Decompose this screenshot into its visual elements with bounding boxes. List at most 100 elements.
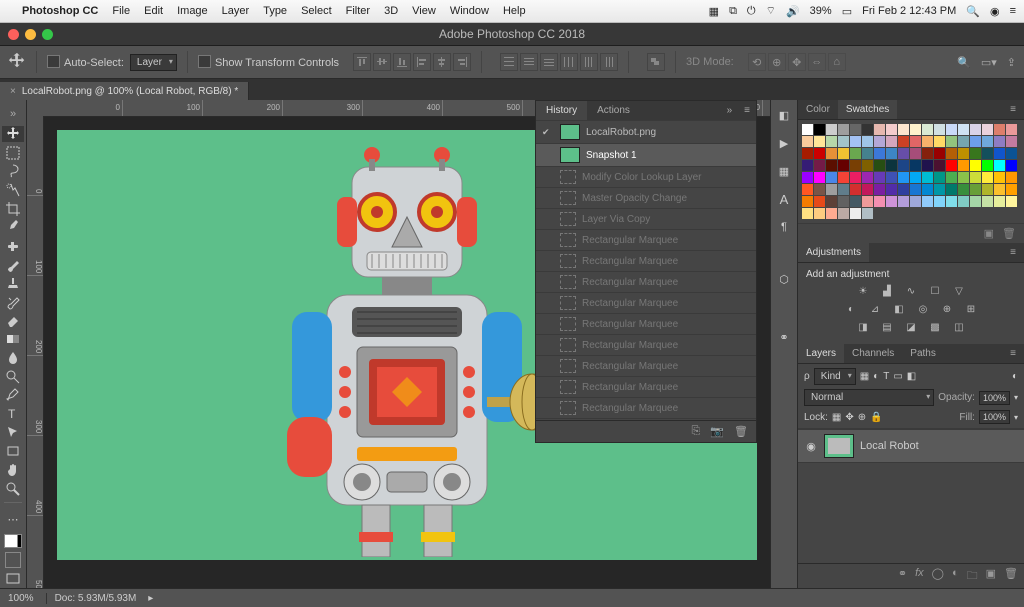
swatch[interactable] bbox=[958, 136, 969, 147]
distribute-right-icon[interactable] bbox=[600, 53, 618, 71]
swatch[interactable] bbox=[850, 124, 861, 135]
eraser-tool[interactable] bbox=[2, 312, 24, 329]
swatch[interactable] bbox=[802, 124, 813, 135]
filter-shape-icon[interactable]: ▭ bbox=[893, 371, 902, 382]
curves-icon[interactable]: ∿ bbox=[903, 284, 919, 298]
menu-select[interactable]: Select bbox=[301, 5, 332, 17]
swatch[interactable] bbox=[958, 184, 969, 195]
layer-name[interactable]: Local Robot bbox=[860, 440, 919, 452]
menu-window[interactable]: Window bbox=[450, 5, 489, 17]
selective-color-icon[interactable]: ◫ bbox=[951, 320, 967, 334]
swatch[interactable] bbox=[802, 184, 813, 195]
history-item[interactable]: Rectangular Marquee bbox=[536, 229, 756, 250]
tab-paths[interactable]: Paths bbox=[902, 344, 944, 363]
swatch[interactable] bbox=[838, 136, 849, 147]
library-icon[interactable]: ▦ bbox=[775, 162, 793, 180]
swatch[interactable] bbox=[922, 196, 933, 207]
lasso-tool[interactable] bbox=[2, 163, 24, 180]
opacity-value[interactable]: 100% bbox=[979, 391, 1010, 405]
collapse-panel-icon[interactable]: » bbox=[721, 101, 739, 120]
swatch[interactable] bbox=[970, 148, 981, 159]
align-hcenter-icon[interactable] bbox=[433, 53, 451, 71]
doc-info-dropdown[interactable]: ▸ bbox=[148, 593, 153, 604]
3d-roll-icon[interactable]: ⊕ bbox=[768, 53, 786, 71]
swatch[interactable] bbox=[826, 136, 837, 147]
swatch[interactable] bbox=[886, 136, 897, 147]
swatch[interactable] bbox=[970, 172, 981, 183]
swatch[interactable] bbox=[946, 184, 957, 195]
swatch[interactable] bbox=[826, 208, 837, 219]
channel-mixer-icon[interactable]: ⊕ bbox=[939, 302, 955, 316]
swatch[interactable] bbox=[850, 136, 861, 147]
app-menu[interactable]: Photoshop CC bbox=[22, 5, 98, 17]
swatch[interactable] bbox=[1006, 160, 1017, 171]
swatch[interactable] bbox=[994, 124, 1005, 135]
lock-pixels-icon[interactable]: ▦ bbox=[832, 412, 841, 423]
link-icon[interactable]: ⚭ bbox=[775, 328, 793, 346]
swatch[interactable] bbox=[1006, 196, 1017, 207]
swatch[interactable] bbox=[934, 124, 945, 135]
swatch[interactable] bbox=[994, 148, 1005, 159]
swatch[interactable] bbox=[802, 160, 813, 171]
lock-position-icon[interactable]: ✥ bbox=[845, 412, 853, 423]
swatch[interactable] bbox=[802, 208, 813, 219]
swatch[interactable] bbox=[862, 172, 873, 183]
swatch[interactable] bbox=[970, 160, 981, 171]
menu-file[interactable]: File bbox=[112, 5, 130, 17]
history-item[interactable]: Rectangular Marquee bbox=[536, 271, 756, 292]
filter-adjust-icon[interactable]: ◐ bbox=[873, 371, 879, 382]
menu-3d[interactable]: 3D bbox=[384, 5, 398, 17]
doc-info[interactable]: Doc: 5.93M/5.93M bbox=[46, 593, 137, 604]
swatch[interactable] bbox=[826, 124, 837, 135]
filter-toggle-icon[interactable]: ◐ bbox=[1012, 371, 1018, 382]
share-icon[interactable]: ⇪ bbox=[1007, 56, 1016, 69]
layer-filter-dropdown[interactable]: Kind bbox=[814, 368, 856, 385]
history-item[interactable]: Rectangular Marquee bbox=[536, 313, 756, 334]
lock-all-icon[interactable]: 🔒 bbox=[870, 412, 882, 423]
history-item[interactable]: Rectangular Marquee bbox=[536, 397, 756, 418]
swatch[interactable] bbox=[1006, 136, 1017, 147]
swatch[interactable] bbox=[958, 148, 969, 159]
swatch[interactable] bbox=[862, 148, 873, 159]
swatch[interactable] bbox=[802, 136, 813, 147]
color-panel-icon[interactable]: ◧ bbox=[775, 106, 793, 124]
swatch[interactable] bbox=[898, 148, 909, 159]
swatch[interactable] bbox=[850, 148, 861, 159]
bw-icon[interactable]: ◧ bbox=[891, 302, 907, 316]
marquee-tool[interactable] bbox=[2, 144, 24, 161]
type-tool[interactable]: T bbox=[2, 406, 24, 423]
visibility-toggle-icon[interactable]: ◉ bbox=[804, 440, 818, 453]
filter-smart-icon[interactable]: ◧ bbox=[907, 371, 916, 382]
blur-tool[interactable] bbox=[2, 350, 24, 367]
healing-brush-tool[interactable] bbox=[2, 238, 24, 255]
foreground-background-color[interactable] bbox=[4, 534, 22, 548]
swatch[interactable] bbox=[850, 172, 861, 183]
color-lookup-icon[interactable]: ⊞ bbox=[963, 302, 979, 316]
levels-icon[interactable]: ▟ bbox=[879, 284, 895, 298]
history-item[interactable]: Snapshot 1 bbox=[536, 143, 756, 166]
delete-swatch-icon[interactable]: 🗑 bbox=[1002, 227, 1016, 240]
swatch[interactable] bbox=[958, 196, 969, 207]
create-document-icon[interactable]: ⎘ bbox=[692, 425, 701, 438]
distribute-bottom-icon[interactable] bbox=[540, 53, 558, 71]
history-item[interactable]: Rectangular Marquee bbox=[536, 250, 756, 271]
hue-sat-icon[interactable]: ◐ bbox=[843, 302, 859, 316]
history-item[interactable]: ✔LocalRobot.png bbox=[536, 120, 756, 143]
swatch[interactable] bbox=[982, 160, 993, 171]
swatch[interactable] bbox=[898, 136, 909, 147]
power-icon[interactable]: ⏻ bbox=[747, 5, 756, 18]
clock[interactable]: Fri Feb 2 12:43 PM bbox=[862, 5, 956, 17]
swatch[interactable] bbox=[886, 184, 897, 195]
quick-mask-button[interactable] bbox=[2, 552, 24, 569]
swatch[interactable] bbox=[862, 208, 873, 219]
3d-panel-icon[interactable]: ⬡ bbox=[775, 270, 793, 288]
tab-swatches[interactable]: Swatches bbox=[838, 100, 897, 119]
dropbox-icon[interactable]: ⧉ bbox=[729, 5, 737, 18]
swatch[interactable] bbox=[814, 208, 825, 219]
tab-history[interactable]: History bbox=[536, 101, 587, 120]
link-layers-icon[interactable]: ⚭ bbox=[898, 567, 907, 586]
distribute-left-icon[interactable] bbox=[560, 53, 578, 71]
history-item[interactable]: Rectangular Marquee bbox=[536, 355, 756, 376]
swatch[interactable] bbox=[838, 124, 849, 135]
distribute-vcenter-icon[interactable] bbox=[520, 53, 538, 71]
